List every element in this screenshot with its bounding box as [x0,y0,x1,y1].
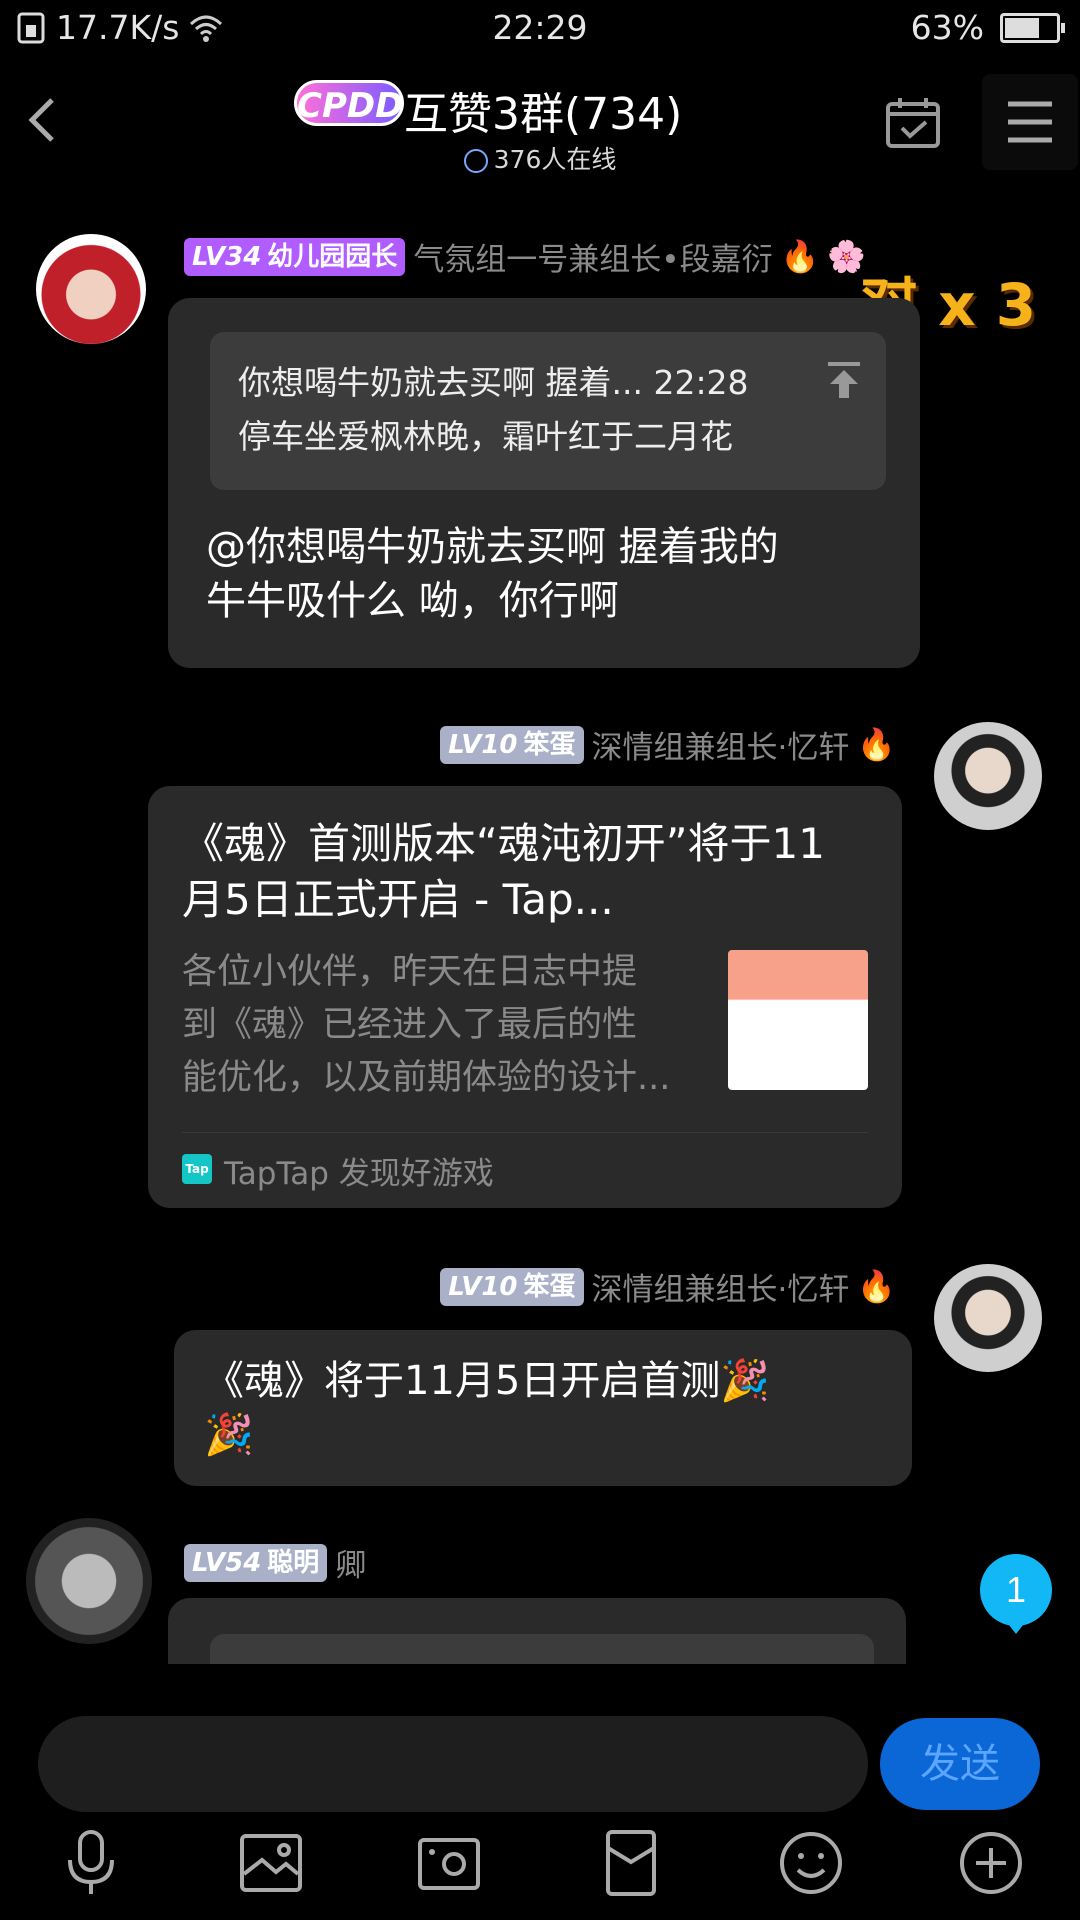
image-icon[interactable] [236,1828,306,1898]
quoted-message [210,1634,874,1664]
level-title: 笨蛋 [523,1271,576,1302]
message-line: 🎉 [204,1412,254,1458]
cpdd-logo: CPDD [294,80,404,126]
unread-count-badge[interactable]: 1 [980,1554,1080,1660]
message-bubble[interactable] [168,1598,906,1664]
message-line: @你想喝牛奶就去买啊 握着我的 [206,524,779,570]
card-title-line: 《魂》首测版本“魂沌初开”将于11 [182,819,825,868]
level-number: LV34 [192,241,262,272]
plus-icon[interactable] [956,1828,1026,1898]
level-title: 笨蛋 [523,729,576,760]
card-thumbnail [728,950,868,1090]
quoted-message[interactable]: 你想喝牛奶就去买啊 握着... 22:28 停车坐爱枫林晚，霜叶红于二月花 [210,332,886,490]
avatar[interactable] [934,722,1042,830]
message-line: 牛牛吸什么 呦，你行啊 [206,578,619,624]
message-bubble[interactable]: 《魂》将于11月5日开启首测🎉 🎉 [174,1330,912,1486]
message-line: 《魂》将于11月5日开启首测🎉 [204,1358,771,1404]
online-text: 376人在线 [493,145,617,174]
card-title-line: 月5日正式开启 - Tap... [182,875,614,924]
sender-meta: LV10 笨蛋 深情组兼组长·忆轩 🔥 [440,722,896,767]
sender-meta: LV10 笨蛋 深情组兼组长·忆轩 🔥 [440,1264,896,1309]
battery-icon [1000,12,1065,43]
level-badge: LV10 笨蛋 [440,1267,584,1306]
link-card[interactable]: 《魂》首测版本“魂沌初开”将于11 月5日正式开启 - Tap... 各位小伙伴… [148,786,902,1208]
level-number: LV54 [192,1547,262,1578]
level-title: 聪明 [267,1547,320,1578]
message-text: 《魂》将于11月5日开启首测🎉 🎉 [204,1354,770,1462]
message-bubble[interactable]: 你想喝牛奶就去买啊 握着... 22:28 停车坐爱枫林晚，霜叶红于二月花 @你… [168,298,920,668]
sender-name[interactable]: 气氛组一号兼组长•段嘉衍 [413,234,772,279]
message-input[interactable] [38,1716,868,1812]
level-badge: LV10 笨蛋 [440,725,584,764]
card-divider [182,1132,868,1133]
sender-name[interactable]: 深情组兼组长·忆轩 [592,722,850,767]
battery-percent: 63% [910,8,984,47]
unread-count-text: 1 [1006,1569,1026,1610]
message-text: @你想喝牛奶就去买啊 握着我的 牛牛吸什么 呦，你行啊 [206,520,779,628]
card-source: TapTap 发现好游戏 [224,1156,494,1192]
level-title: 幼儿园园长 [267,241,398,272]
send-button[interactable]: 发送 [880,1718,1040,1810]
avatar[interactable] [36,234,146,344]
chat-header: CPDD 互赞3群(734) 376人在线 [0,60,1080,180]
online-check-icon [463,149,488,173]
level-badge: LV34 幼儿园园长 [184,237,406,276]
fire-icon: 🔥 [857,727,896,763]
sender-name[interactable]: 深情组兼组长·忆轩 [592,1264,850,1309]
microphone-icon[interactable] [56,1828,126,1898]
emoji-icon[interactable] [776,1828,846,1898]
fire-icon: 🔥 [857,1269,896,1305]
status-right: 63% [910,8,1065,47]
jump-to-top-icon[interactable] [822,358,866,402]
group-menu-button[interactable] [982,74,1078,170]
checkin-calendar-icon[interactable] [884,94,942,152]
taptap-icon: Tap [182,1154,212,1184]
message-clip [0,1598,1080,1664]
fire-icon: 🔥 [780,239,820,275]
level-badge: LV54 聪明 [184,1543,328,1582]
battery-fill [1005,17,1040,38]
level-number: LV10 [448,1271,518,1302]
card-desc-line: 各位小伙伴，昨天在日志中提 [182,952,638,992]
card-description: 各位小伙伴，昨天在日志中提 到《魂》已经进入了最后的性 能优化，以及前期体验的设… [182,946,670,1105]
sender-meta: LV34 幼儿园园长 气氛组一号兼组长•段嘉衍 🔥 🌸 [184,234,866,279]
quote-text: 停车坐爱枫林晚，霜叶红于二月花 [238,417,733,456]
sender-meta: LV54 聪明 卿 [184,1540,366,1585]
quote-header: 你想喝牛奶就去买啊 握着... 22:28 [238,363,749,402]
sender-name[interactable]: 卿 [335,1540,366,1585]
red-packet-icon[interactable] [596,1828,666,1898]
status-bar: 17.7K/s 22:29 63% [0,0,1080,58]
card-title: 《魂》首测版本“魂沌初开”将于11 月5日正式开启 - Tap... [182,816,825,928]
card-desc-line: 能优化，以及前期体验的设计... [182,1058,671,1098]
level-number: LV10 [448,729,518,760]
avatar[interactable] [934,1264,1042,1372]
card-desc-line: 到《魂》已经进入了最后的性 [182,1005,638,1045]
hamburger-menu-icon [1008,101,1052,143]
camera-icon[interactable] [414,1828,484,1898]
group-title[interactable]: 互赞3群(734) [404,78,682,142]
